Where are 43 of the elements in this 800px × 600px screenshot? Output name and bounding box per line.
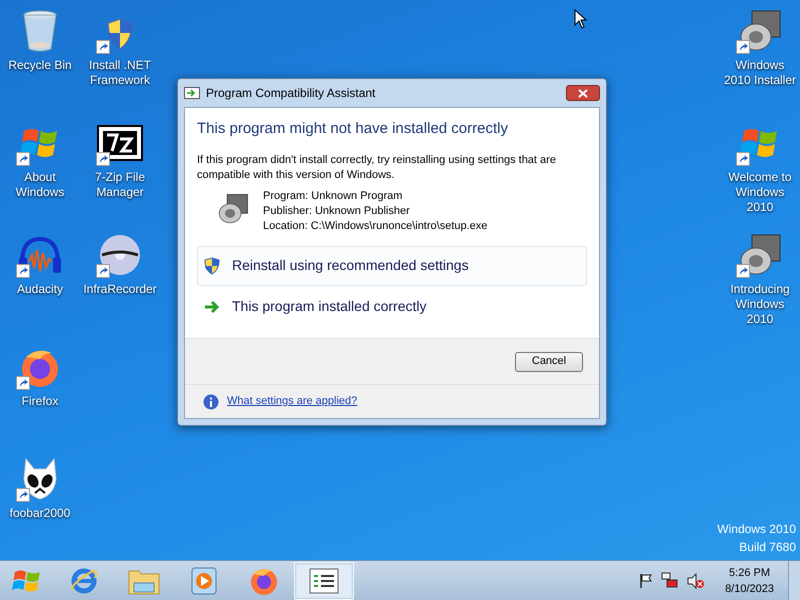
arrow-icon [204, 300, 220, 314]
taskbar-button[interactable] [294, 562, 354, 600]
command-link[interactable]: Reinstall using recommended settings [197, 246, 587, 286]
desktop-icon-label[interactable]: Firefox [20, 394, 60, 409]
window-app-icon [184, 87, 200, 99]
desktop-icon-label[interactable]: About Windows [0, 170, 80, 200]
version-text: Build 7680 [739, 539, 796, 556]
cancel-button[interactable]: Cancel [515, 352, 583, 372]
desktop-icon-label[interactable]: Introducing Windows 2010 [720, 282, 800, 327]
muted-speaker-icon[interactable] [687, 572, 706, 588]
shield-icon [204, 256, 220, 274]
desktop-icon-label[interactable]: Audacity [14, 282, 66, 297]
main-instruction: This program might not have installed correctly [197, 119, 509, 139]
zip-archive-icon [97, 125, 143, 161]
network-icon[interactable] [661, 572, 680, 590]
play-icon [191, 566, 217, 594]
close-button[interactable] [566, 85, 600, 101]
info-icon [203, 394, 219, 410]
desktop-icon-label[interactable]: Install .NET Framework [80, 58, 160, 88]
settings-link[interactable]: What settings are applied? [227, 393, 358, 410]
flag-icon[interactable] [639, 572, 654, 588]
clock-time[interactable]: 5:26 PM [729, 564, 770, 580]
speaker-icon [217, 192, 249, 224]
list-window-icon [309, 568, 339, 594]
close-icon [578, 88, 588, 98]
version-text: Windows 2010 [717, 521, 796, 538]
desktop-icon-label[interactable]: Recycle Bin [6, 58, 74, 73]
desktop-icon-label[interactable]: Windows 2010 Installer [720, 58, 800, 88]
program-detail: Location: C:\Windows\runonce\intro\setup.exe [263, 218, 488, 234]
message-text: If this program didn't install correctly, try reinstalling using settings that are compatible with this version of Windows. [197, 152, 557, 182]
internet-explorer-icon [69, 566, 99, 596]
program-detail: Publisher: Unknown Publisher [263, 204, 411, 218]
desktop-icon-label[interactable]: InfraRecorder [81, 282, 159, 297]
desktop-icon-label[interactable]: Welcome to Windows 2010 [720, 170, 800, 215]
disc-icon [98, 233, 142, 277]
desktop-icon-label[interactable]: 7-Zip File Manager [80, 170, 160, 200]
speaker-icon [738, 233, 782, 277]
mouse-cursor-icon [574, 9, 588, 29]
desktop-icon-label[interactable]: foobar2000 [8, 506, 72, 521]
window-title: Program Compatibility Assistant [206, 85, 376, 102]
speaker-icon [738, 9, 782, 53]
program-detail: Program: Unknown Program [263, 188, 404, 204]
clock-date[interactable]: 8/10/2023 [725, 580, 774, 596]
